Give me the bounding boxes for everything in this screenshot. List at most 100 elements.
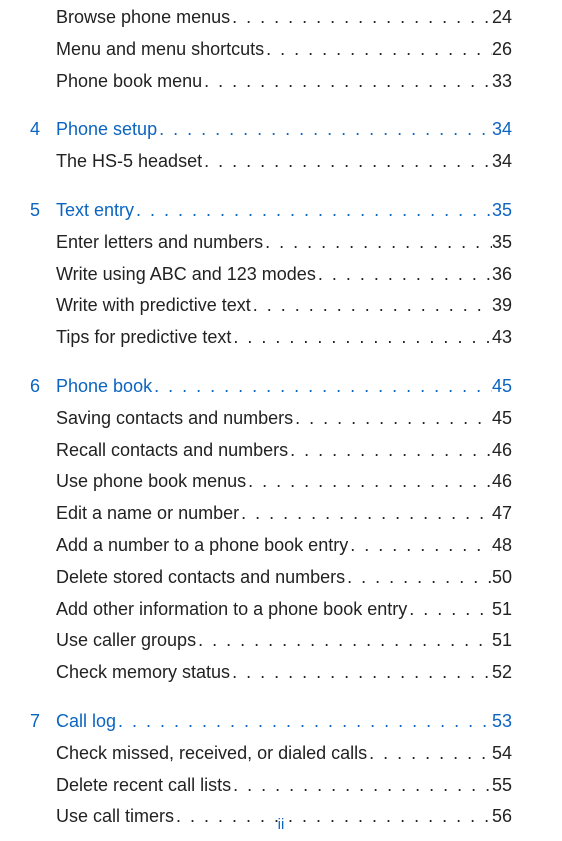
dot-leader: [230, 658, 492, 687]
dot-leader: [152, 372, 492, 401]
dot-leader: [288, 436, 492, 465]
dot-leader: [239, 499, 492, 528]
toc-entry-title: Delete stored contacts and numbers: [56, 563, 345, 592]
toc-entry-title: Tips for predictive text: [56, 323, 231, 352]
toc-chapter[interactable]: 5Text entry 35: [30, 196, 512, 225]
toc-entry-title: Use phone book menus: [56, 467, 246, 496]
toc-page-number: 45: [492, 404, 512, 433]
toc-entry[interactable]: Delete stored contacts and numbers 50: [30, 563, 512, 592]
toc-page-number: 26: [492, 35, 512, 64]
toc-page-number: 52: [492, 658, 512, 687]
dot-leader: [196, 626, 492, 655]
chapter-number: 6: [30, 372, 56, 401]
page-number-label: ii: [278, 816, 285, 833]
toc-entry-title: Write with predictive text: [56, 291, 251, 320]
toc-entry-title: Use caller groups: [56, 626, 196, 655]
toc-page-number: 35: [492, 228, 512, 257]
chapter-number: 4: [30, 115, 56, 144]
toc-entry-title: Menu and menu shortcuts: [56, 35, 264, 64]
toc-entry[interactable]: Recall contacts and numbers 46: [30, 436, 512, 465]
dot-leader: [263, 228, 492, 257]
chapter-title: Call log: [56, 707, 116, 736]
dot-leader: [407, 595, 492, 624]
toc-page: Browse phone menus 24 Menu and menu short…: [0, 3, 562, 841]
toc-entry-title: Phone book menu: [56, 67, 202, 96]
chapter-title: Phone book: [56, 372, 152, 401]
toc-entry-title: Browse phone menus: [56, 3, 230, 32]
toc-page-number: 54: [492, 739, 512, 768]
dot-leader: [348, 531, 492, 560]
toc-entry-title: Write using ABC and 123 modes: [56, 260, 316, 289]
toc-entry[interactable]: Enter letters and numbers 35: [30, 228, 512, 257]
dot-leader: [345, 563, 492, 592]
toc-entry[interactable]: Write with predictive text 39: [30, 291, 512, 320]
chapter-number: 7: [30, 707, 56, 736]
chapter-title: Text entry: [56, 196, 134, 225]
toc-entry-title: Enter letters and numbers: [56, 228, 263, 257]
toc-page-number: 35: [492, 196, 512, 225]
toc-page-number: 34: [492, 147, 512, 176]
section-gap: [30, 179, 512, 193]
section-gap: [30, 690, 512, 704]
toc-page-number: 55: [492, 771, 512, 800]
toc-page-number: 45: [492, 372, 512, 401]
dot-leader: [116, 707, 492, 736]
toc-entry[interactable]: Browse phone menus 24: [30, 3, 512, 32]
toc-entry[interactable]: Edit a name or number 47: [30, 499, 512, 528]
toc-page-number: 53: [492, 707, 512, 736]
dot-leader: [246, 467, 492, 496]
toc-entry-title: Add other information to a phone book en…: [56, 595, 407, 624]
toc-entry-title: Check memory status: [56, 658, 230, 687]
toc-page-number: 39: [492, 291, 512, 320]
toc-entry[interactable]: Check memory status 52: [30, 658, 512, 687]
dot-leader: [230, 3, 492, 32]
section-gap: [30, 355, 512, 369]
toc-entry-title: The HS-5 headset: [56, 147, 202, 176]
dot-leader: [134, 196, 492, 225]
toc-page-number: 48: [492, 531, 512, 560]
toc-page-number: 43: [492, 323, 512, 352]
toc-entry[interactable]: Delete recent call lists 55: [30, 771, 512, 800]
toc-entry[interactable]: Write using ABC and 123 modes 36: [30, 260, 512, 289]
toc-entry-title: Recall contacts and numbers: [56, 436, 288, 465]
toc-entry-title: Edit a name or number: [56, 499, 239, 528]
toc-entry[interactable]: Check missed, received, or dialed calls …: [30, 739, 512, 768]
dot-leader: [231, 771, 492, 800]
toc-entry[interactable]: The HS-5 headset 34: [30, 147, 512, 176]
dot-leader: [202, 147, 492, 176]
toc-entry[interactable]: Tips for predictive text 43: [30, 323, 512, 352]
dot-leader: [316, 260, 492, 289]
dot-leader: [367, 739, 492, 768]
toc-chapter[interactable]: 6Phone book 45: [30, 372, 512, 401]
toc-entry[interactable]: Use caller groups 51: [30, 626, 512, 655]
toc-entry[interactable]: Saving contacts and numbers 45: [30, 404, 512, 433]
chapter-title: Phone setup: [56, 115, 157, 144]
toc-entry[interactable]: Menu and menu shortcuts 26: [30, 35, 512, 64]
toc-entry-title: Saving contacts and numbers: [56, 404, 293, 433]
toc-chapter[interactable]: 4Phone setup 34: [30, 115, 512, 144]
toc-entry[interactable]: Use phone book menus 46: [30, 467, 512, 496]
chapter-number: 5: [30, 196, 56, 225]
toc-chapter[interactable]: 7Call log 53: [30, 707, 512, 736]
toc-entry-title: Add a number to a phone book entry: [56, 531, 348, 560]
toc-page-number: 51: [492, 595, 512, 624]
dot-leader: [293, 404, 492, 433]
dot-leader: [202, 67, 492, 96]
toc-page-number: 36: [492, 260, 512, 289]
dot-leader: [264, 35, 492, 64]
dot-leader: [231, 323, 492, 352]
page-footer: ii: [0, 816, 562, 833]
dot-leader: [251, 291, 492, 320]
toc-entry[interactable]: Add a number to a phone book entry 48: [30, 531, 512, 560]
toc-page-number: 46: [492, 436, 512, 465]
toc-page-number: 46: [492, 467, 512, 496]
toc-page-number: 24: [492, 3, 512, 32]
toc-entry-title: Check missed, received, or dialed calls: [56, 739, 367, 768]
toc-page-number: 33: [492, 67, 512, 96]
toc-entry[interactable]: Add other information to a phone book en…: [30, 595, 512, 624]
toc-entry-title: Delete recent call lists: [56, 771, 231, 800]
toc-page-number: 50: [492, 563, 512, 592]
toc-entry[interactable]: Phone book menu 33: [30, 67, 512, 96]
toc-page-number: 47: [492, 499, 512, 528]
dot-leader: [157, 115, 492, 144]
